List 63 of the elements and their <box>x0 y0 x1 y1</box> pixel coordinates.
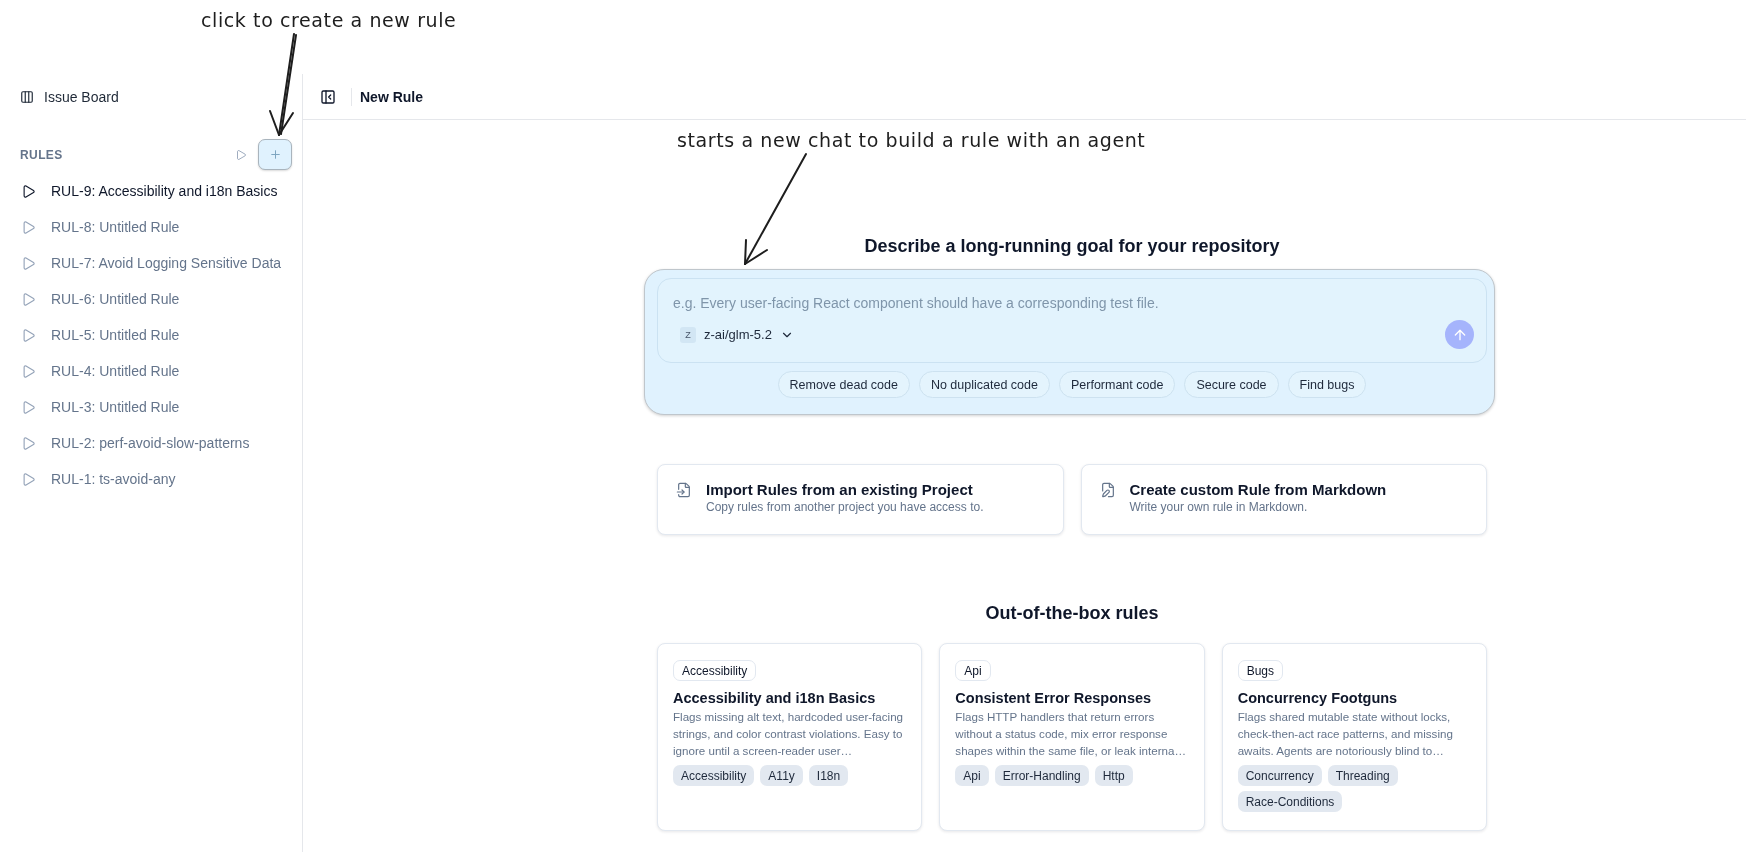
play-icon <box>21 399 36 415</box>
rule-template-card[interactable]: Accessibility Accessibility and i18n Basics Flags missing alt text, hardcoded user-facing strings, and color contrast violations. Easy to ignore until a screen-reader user… Accessibility A11y I18n <box>657 643 923 831</box>
play-icon <box>21 291 36 307</box>
add-rule-button[interactable] <box>258 139 292 170</box>
rule-item[interactable]: RUL-3: Untitled Rule <box>20 389 292 425</box>
rule-template-card[interactable]: Bugs Concurrency Footguns Flags shared mutable state without locks, check-then-act race patterns, and missing awaits. Agents are notoriously blind to… Concurrency Threading Race-Conditions <box>1221 643 1487 831</box>
rule-item[interactable]: RUL-4: Untitled Rule <box>20 353 292 389</box>
sidebar-toggle-icon[interactable] <box>320 88 336 105</box>
category-badge: Bugs <box>1237 660 1283 681</box>
plus-icon <box>268 148 282 161</box>
play-icon <box>235 148 247 161</box>
rule-item[interactable]: RUL-1: ts-avoid-any <box>20 461 292 497</box>
columns-icon <box>20 90 34 104</box>
rule-item[interactable]: RUL-2: perf-avoid-slow-patterns <box>20 425 292 461</box>
model-badge: Z <box>680 326 696 343</box>
rule-template-card[interactable]: Api Consistent Error Responses Flags HTTP handlers that return errors without a status code, mix error response shapes within the same file, or leak interna… Api Error-Handling Http <box>939 643 1205 831</box>
play-icon <box>21 255 36 271</box>
composer-heading: Describe a long-running goal for your repository <box>864 235 1280 257</box>
card-title: Consistent Error Responses <box>955 689 1152 707</box>
file-import-icon <box>676 482 692 498</box>
play-icon <box>21 471 36 487</box>
annotation-note: click to create a new rule <box>201 9 457 32</box>
category-badge: Accessibility <box>673 660 757 681</box>
play-icon <box>21 363 36 379</box>
tag: Concurrency <box>1237 765 1322 786</box>
rule-item[interactable]: RUL-5: Untitled Rule <box>20 317 292 353</box>
action-card[interactable]: Import Rules from an existing Project Copy rules from another project you have access to. <box>657 464 1064 535</box>
card-description: Flags HTTP handlers that return errors without a status code, mix error response shapes within the same file, or leak interna… <box>955 709 1188 759</box>
section-label: RULES <box>20 147 64 162</box>
tag: Threading <box>1327 765 1398 786</box>
tag: A11y <box>760 765 803 786</box>
templates-heading: Out-of-the-box rules <box>985 602 1159 624</box>
suggestion-chip[interactable]: Performant code <box>1058 371 1176 398</box>
tag: Race-Conditions <box>1237 791 1343 812</box>
rule-item[interactable]: RUL-8: Untitled Rule <box>20 209 292 245</box>
tag: Api <box>955 765 989 786</box>
issue-board-link[interactable]: Issue Board <box>20 86 119 108</box>
card-description: Flags shared mutable state without locks, check-then-act race patterns, and missing awaits. Agents are notoriously blind to… <box>1237 709 1454 759</box>
play-icon <box>21 435 36 451</box>
page-title: New Rule <box>360 88 423 105</box>
play-icon <box>21 183 36 199</box>
suggestion-chip[interactable]: No duplicated code <box>918 371 1050 398</box>
model-selector[interactable]: Z z-ai/glm-5.2 <box>673 324 798 345</box>
prompt-input[interactable]: e.g. Every user-facing React component should have a corresponding test file. <box>673 294 1474 311</box>
suggestion-chip[interactable]: Remove dead code <box>777 371 910 398</box>
suggestion-chip[interactable]: Find bugs <box>1287 371 1367 398</box>
card-title: Concurrency Footguns <box>1237 689 1398 707</box>
rule-item[interactable]: RUL-7: Avoid Logging Sensitive Data <box>20 245 292 281</box>
action-card[interactable]: Create custom Rule from Markdown Write your own rule in Markdown. <box>1080 464 1487 535</box>
tag: Http <box>1094 765 1133 786</box>
tag: I18n <box>808 765 849 786</box>
tag: Error-Handling <box>994 765 1089 786</box>
category-badge: Api <box>955 660 991 681</box>
tag: Accessibility <box>673 765 755 786</box>
play-icon <box>21 327 36 343</box>
play-icon <box>21 219 36 235</box>
annotation-note: starts a new chat to build a rule with an agent <box>677 129 1146 152</box>
rule-item[interactable]: RUL-9: Accessibility and i18n Basics <box>20 173 292 209</box>
card-title: Accessibility and i18n Basics <box>673 689 876 707</box>
suggestion-chip[interactable]: Secure code <box>1184 371 1279 398</box>
rule-item[interactable]: RUL-6: Untitled Rule <box>20 281 292 317</box>
file-pen-icon <box>1099 482 1116 498</box>
card-description: Flags missing alt text, hardcoded user-facing strings, and color contrast violations. Easy to ignore until a screen-reader user… <box>673 709 905 759</box>
